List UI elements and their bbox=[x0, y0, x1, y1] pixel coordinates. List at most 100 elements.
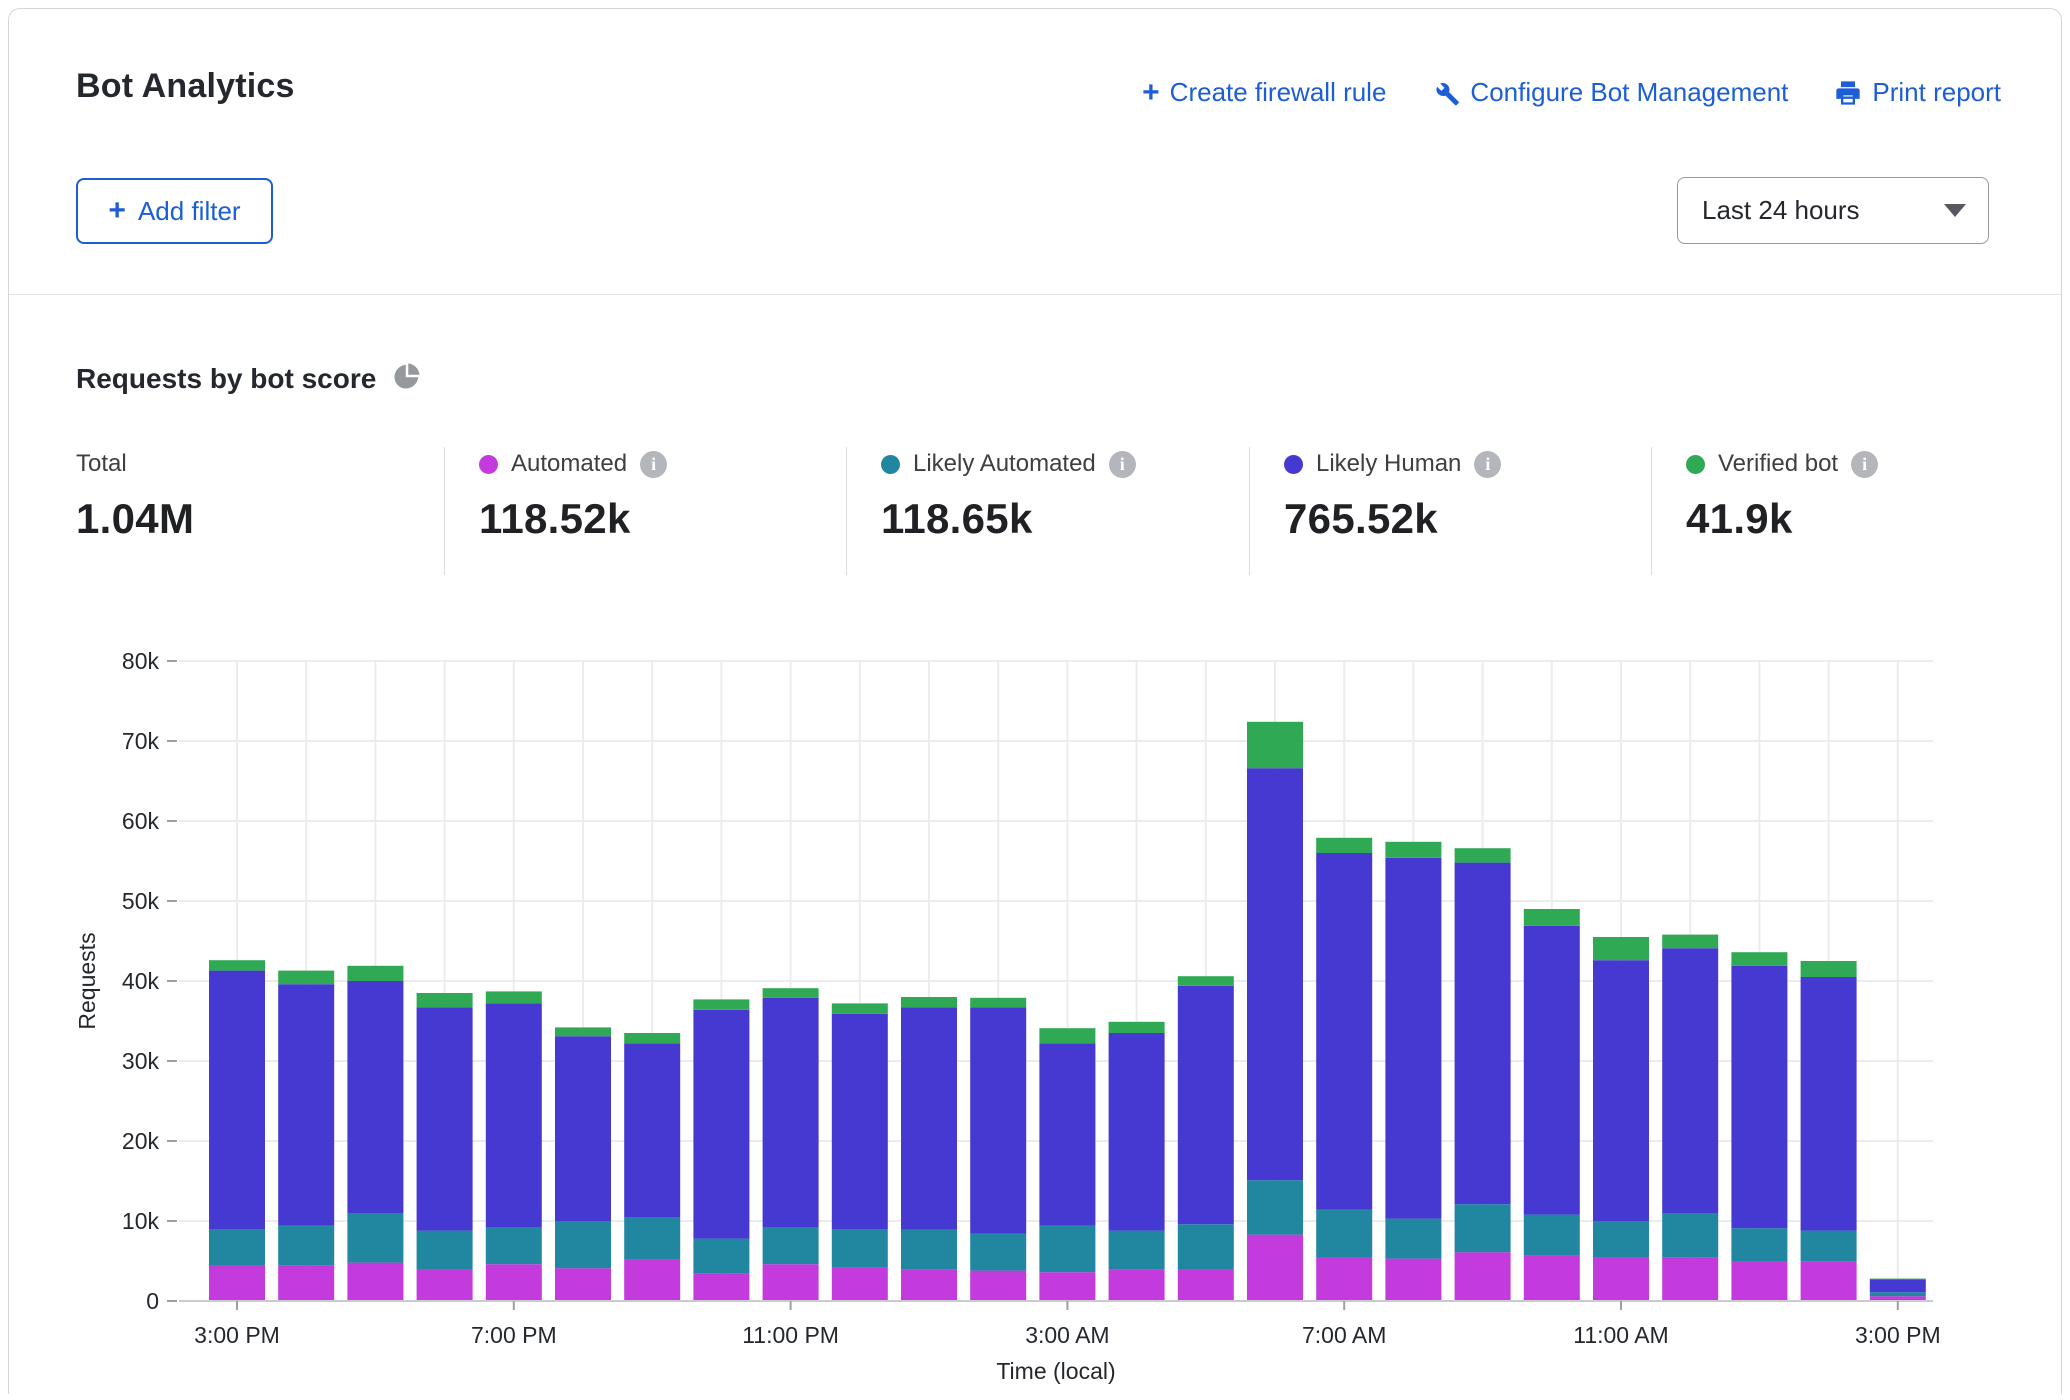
stat-likely-human: Likely Human i 765.52k bbox=[1284, 447, 1664, 543]
y-tick-label: 60k bbox=[122, 808, 160, 834]
bar-segment-likely-automated bbox=[1247, 1180, 1303, 1234]
stat-label: Verified bot bbox=[1718, 450, 1838, 478]
bar-segment-automated bbox=[209, 1265, 265, 1301]
bar-segment-likely-automated bbox=[1593, 1221, 1649, 1257]
y-axis-title: Requests bbox=[74, 932, 100, 1029]
y-tick-label: 10k bbox=[122, 1208, 160, 1234]
bar-segment-likely-automated bbox=[347, 1213, 403, 1263]
header-actions: + Create firewall rule Configure Bot Man… bbox=[1142, 77, 2001, 108]
bar-segment-automated bbox=[763, 1264, 819, 1301]
likely-automated-dot bbox=[881, 455, 900, 474]
bar-segment-likely-human bbox=[1662, 948, 1718, 1213]
stat-divider bbox=[846, 447, 847, 575]
bar-segment-likely-human bbox=[1455, 863, 1511, 1205]
bar-segment-likely-human bbox=[970, 1007, 1026, 1233]
stat-divider bbox=[1651, 447, 1652, 575]
stat-label: Likely Human bbox=[1316, 450, 1461, 478]
x-tick-label: 11:00 PM bbox=[742, 1322, 839, 1348]
wrench-icon bbox=[1432, 79, 1460, 107]
bar-segment-automated bbox=[555, 1268, 611, 1301]
y-tick-label: 50k bbox=[122, 888, 160, 914]
bar-segment-automated bbox=[901, 1270, 957, 1301]
stat-automated: Automated i 118.52k bbox=[479, 447, 859, 543]
pie-chart-icon bbox=[392, 361, 422, 396]
bar-segment-automated bbox=[970, 1271, 1026, 1301]
bar-segment-automated bbox=[693, 1274, 749, 1301]
bar-segment-automated bbox=[1385, 1259, 1441, 1301]
info-icon[interactable]: i bbox=[1851, 451, 1878, 478]
bar-segment-likely-human bbox=[486, 1003, 542, 1227]
bar-segment-verified-bot bbox=[486, 991, 542, 1003]
time-range-select[interactable]: Last 24 hours bbox=[1677, 177, 1989, 244]
chevron-down-icon bbox=[1944, 204, 1966, 217]
bar-segment-likely-human bbox=[624, 1043, 680, 1217]
info-icon[interactable]: i bbox=[1474, 451, 1501, 478]
bot-analytics-card: Bot Analytics + Create firewall rule Con… bbox=[8, 8, 2062, 1394]
bar-segment-verified-bot bbox=[763, 988, 819, 998]
bar-segment-verified-bot bbox=[1178, 976, 1234, 986]
stat-likely-automated: Likely Automated i 118.65k bbox=[881, 447, 1261, 543]
bar-segment-likely-human bbox=[278, 984, 334, 1226]
bar-segment-verified-bot bbox=[1109, 1022, 1165, 1033]
bar-segment-automated bbox=[624, 1259, 680, 1301]
stat-value: 118.65k bbox=[881, 495, 1261, 543]
bar-segment-likely-human bbox=[1524, 926, 1580, 1215]
bar-segment-automated bbox=[1247, 1235, 1303, 1301]
bar-segment-likely-automated bbox=[1524, 1215, 1580, 1256]
bar-segment-likely-automated bbox=[1801, 1231, 1857, 1262]
bar-segment-likely-automated bbox=[555, 1221, 611, 1268]
stat-divider bbox=[444, 447, 445, 575]
section-title: Requests by bot score bbox=[76, 363, 376, 395]
bar-segment-likely-human bbox=[209, 971, 265, 1229]
add-filter-button[interactable]: + Add filter bbox=[76, 178, 273, 244]
stat-label: Likely Automated bbox=[913, 450, 1096, 478]
bar-segment-likely-automated bbox=[1455, 1204, 1511, 1252]
stat-label: Total bbox=[76, 450, 127, 478]
bar-segment-likely-automated bbox=[1109, 1231, 1165, 1270]
bar-segment-verified-bot bbox=[1593, 937, 1649, 960]
x-tick-label: 3:00 PM bbox=[1855, 1322, 1941, 1348]
bar-segment-likely-human bbox=[693, 1010, 749, 1239]
bar-segment-verified-bot bbox=[624, 1033, 680, 1043]
bar-segment-verified-bot bbox=[1385, 842, 1441, 858]
bar-segment-likely-automated bbox=[417, 1231, 473, 1269]
create-firewall-rule-link[interactable]: + Create firewall rule bbox=[1142, 77, 1386, 108]
bar-segment-likely-human bbox=[555, 1036, 611, 1221]
y-tick-label: 70k bbox=[122, 728, 160, 754]
chart-svg: 010k20k30k40k50k60k70k80k3:00 PM7:00 PM1… bbox=[9, 621, 2063, 1395]
bar-segment-likely-automated bbox=[209, 1229, 265, 1265]
bar-segment-verified-bot bbox=[1870, 1279, 1926, 1280]
stat-value: 118.52k bbox=[479, 495, 859, 543]
print-report-link[interactable]: Print report bbox=[1834, 77, 2001, 108]
bar-segment-automated bbox=[832, 1267, 888, 1301]
plus-icon: + bbox=[108, 196, 126, 226]
bar-segment-likely-automated bbox=[1039, 1226, 1095, 1272]
bar-segment-likely-automated bbox=[1316, 1210, 1372, 1257]
x-tick-label: 3:00 PM bbox=[194, 1322, 280, 1348]
bar-segment-likely-human bbox=[1316, 853, 1372, 1210]
bar-segment-likely-human bbox=[901, 1007, 957, 1229]
bar-segment-verified-bot bbox=[1039, 1028, 1095, 1043]
bar-segment-automated bbox=[1455, 1252, 1511, 1301]
bar-segment-automated bbox=[417, 1269, 473, 1301]
bar-segment-verified-bot bbox=[417, 993, 473, 1007]
info-icon[interactable]: i bbox=[640, 451, 667, 478]
bar-segment-likely-human bbox=[417, 1007, 473, 1230]
section-title-row: Requests by bot score bbox=[76, 361, 422, 396]
x-tick-label: 7:00 AM bbox=[1302, 1322, 1386, 1348]
bar-segment-verified-bot bbox=[1247, 722, 1303, 768]
bar-segment-automated bbox=[1178, 1269, 1234, 1301]
y-tick-label: 0 bbox=[146, 1288, 159, 1314]
bar-segment-likely-human bbox=[1593, 960, 1649, 1221]
plus-icon: + bbox=[1142, 78, 1160, 108]
bar-segment-likely-automated bbox=[1870, 1292, 1926, 1296]
bar-segment-verified-bot bbox=[1801, 961, 1857, 977]
info-icon[interactable]: i bbox=[1109, 451, 1136, 478]
y-tick-label: 20k bbox=[122, 1128, 160, 1154]
configure-bot-management-link[interactable]: Configure Bot Management bbox=[1432, 77, 1788, 108]
bar-segment-likely-automated bbox=[624, 1217, 680, 1259]
stat-value: 1.04M bbox=[76, 495, 456, 543]
bar-segment-automated bbox=[278, 1266, 334, 1301]
bar-segment-automated bbox=[1801, 1262, 1857, 1301]
bar-segment-likely-automated bbox=[278, 1226, 334, 1266]
